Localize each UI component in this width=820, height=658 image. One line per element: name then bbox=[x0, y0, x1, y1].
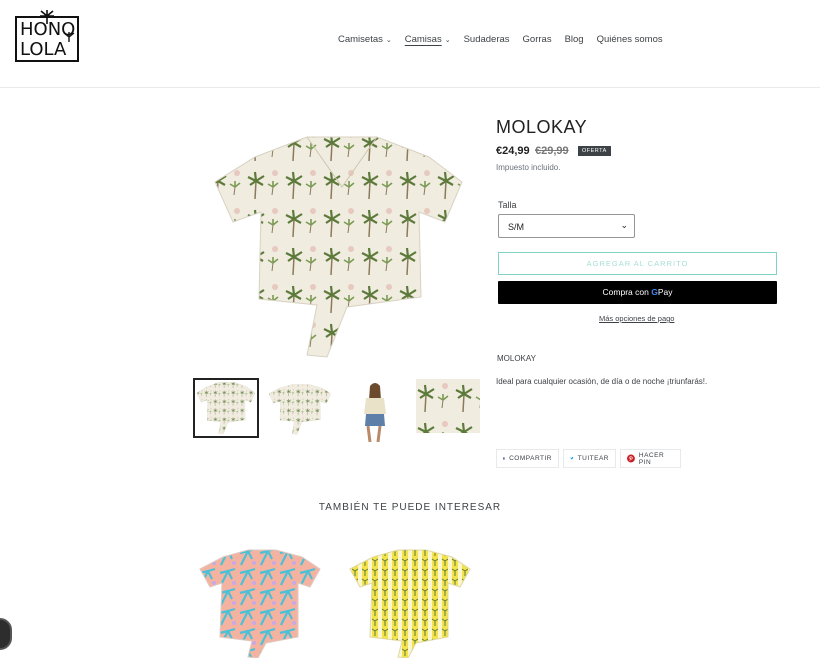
thumbnail-image bbox=[196, 382, 256, 435]
thumbnail-image bbox=[268, 384, 331, 435]
chevron-down-icon: ⌄ bbox=[620, 220, 628, 230]
main-nav: Camisetas ⌄ Camisas ⌄ Sudaderas Gorras Blo… bbox=[338, 34, 663, 45]
share-pinterest-label: HACER PIN bbox=[638, 451, 665, 466]
size-label: Talla bbox=[498, 200, 517, 210]
thumbnail-1[interactable] bbox=[193, 378, 259, 438]
product-main-image[interactable] bbox=[207, 127, 471, 365]
share-twitter-button[interactable]: TUITEAR bbox=[563, 449, 616, 468]
related-products-title: TAMBIÉN TE PUEDE INTERESAR bbox=[318, 502, 502, 513]
description-text: Ideal para cualquier ocasión, de día o d… bbox=[496, 377, 708, 386]
nav-label: Camisas bbox=[404, 34, 442, 45]
facebook-icon bbox=[503, 457, 506, 460]
nav-item-camisetas[interactable]: Camisetas ⌄ bbox=[338, 34, 392, 45]
thumbnail-2[interactable] bbox=[267, 378, 333, 438]
related-product-1-image[interactable] bbox=[198, 547, 322, 658]
pinterest-icon bbox=[627, 454, 635, 463]
nav-item-blog[interactable]: Blog bbox=[565, 34, 584, 45]
nav-item-gorras[interactable]: Gorras bbox=[523, 34, 552, 45]
add-to-cart-button[interactable]: AGREGAR AL CARRITO bbox=[498, 252, 777, 275]
thumbnail-image bbox=[416, 379, 480, 433]
share-pinterest-button[interactable]: HACER PIN bbox=[620, 449, 681, 468]
sale-price: €24,99 bbox=[496, 145, 530, 157]
google-g-icon: G bbox=[651, 287, 658, 297]
more-payment-options-link[interactable]: Más opciones de pago bbox=[599, 314, 674, 323]
share-facebook-label: COMPARTIR bbox=[509, 455, 552, 462]
nav-item-quienes-somos[interactable]: Quiénes somos bbox=[597, 34, 663, 45]
site-header: HONO LOLA Camisetas ⌄ Camisas ⌄ Sudaderas … bbox=[0, 0, 820, 88]
brand-logo[interactable]: HONO LOLA bbox=[15, 10, 79, 62]
brand-line-1: HONO bbox=[20, 19, 76, 40]
chat-widget-button[interactable] bbox=[0, 618, 12, 650]
product-title: MOLOKAY bbox=[496, 117, 588, 137]
compare-price: €29,99 bbox=[535, 145, 569, 157]
share-twitter-label: TUITEAR bbox=[577, 455, 609, 462]
brand-line-2: LOLA bbox=[20, 39, 67, 60]
chevron-down-icon: ⌄ bbox=[444, 36, 451, 44]
sale-badge: OFERTA bbox=[578, 146, 611, 156]
size-select[interactable]: S/M ⌄ bbox=[498, 214, 635, 238]
google-pay-button[interactable]: Compra con GPay bbox=[498, 281, 777, 304]
thumbnail-4-fabric[interactable] bbox=[415, 378, 481, 438]
share-facebook-button[interactable]: COMPARTIR bbox=[496, 449, 559, 468]
twitter-icon bbox=[570, 456, 574, 460]
gpay-prefix: Compra con bbox=[602, 287, 649, 297]
related-product-2-image[interactable] bbox=[348, 547, 472, 658]
size-select-value: S/M bbox=[508, 222, 525, 232]
nav-item-sudaderas[interactable]: Sudaderas bbox=[464, 34, 510, 45]
nav-label: Camisetas bbox=[338, 34, 383, 45]
thumbnail-image bbox=[364, 383, 386, 443]
thumbnail-3-model[interactable] bbox=[341, 378, 407, 443]
description-title: MOLOKAY bbox=[497, 354, 536, 363]
tax-note: Impuesto incluido. bbox=[496, 163, 561, 172]
nav-item-camisas[interactable]: Camisas ⌄ bbox=[405, 34, 451, 45]
gpay-brand: Pay bbox=[657, 287, 673, 297]
chevron-down-icon: ⌄ bbox=[385, 36, 392, 44]
